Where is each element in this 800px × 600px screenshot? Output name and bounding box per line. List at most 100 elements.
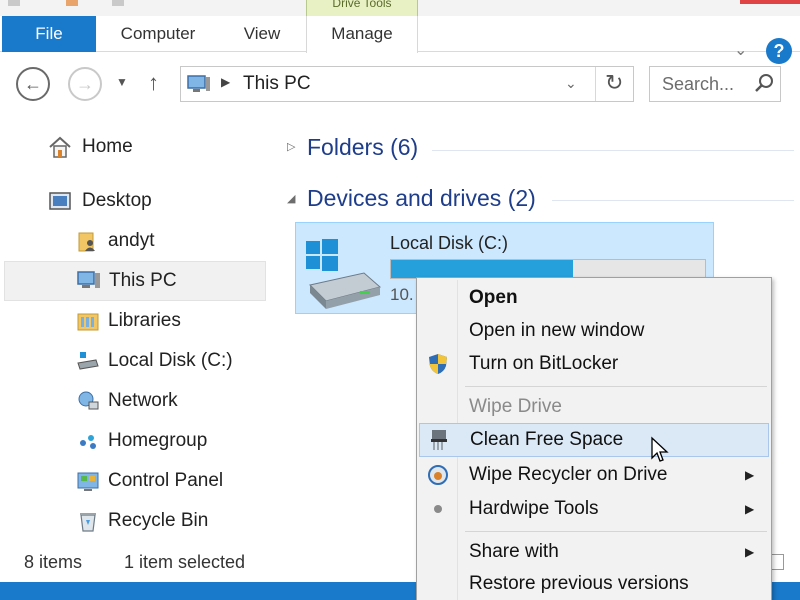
tab-manage[interactable]: Manage bbox=[306, 16, 418, 53]
context-menu: Open Open in new window Turn on BitLocke… bbox=[416, 277, 772, 600]
sidebar-item-label: Home bbox=[82, 136, 133, 157]
drive-name: Local Disk (C:) bbox=[390, 233, 509, 253]
status-selection: 1 item selected bbox=[124, 552, 246, 572]
sidebar-item-label: Recycle Bin bbox=[108, 510, 209, 531]
collapse-devices-chevron-icon[interactable]: ◢ bbox=[287, 192, 295, 205]
menu-item-label: Wipe Drive bbox=[469, 396, 562, 417]
menu-item-share-with[interactable]: Share with ▶ bbox=[419, 536, 769, 568]
recycle-bin-icon bbox=[80, 513, 96, 532]
menu-separator bbox=[465, 386, 767, 387]
user-folder-icon bbox=[78, 232, 95, 252]
bullet-icon bbox=[434, 505, 442, 513]
computer-icon bbox=[77, 271, 100, 288]
tab-view[interactable]: View bbox=[226, 16, 298, 52]
sidebar-item-libraries[interactable]: Libraries bbox=[72, 302, 262, 340]
libraries-icon bbox=[77, 313, 99, 331]
menu-item-hardwipe-tools[interactable]: Hardwipe Tools ▶ bbox=[419, 493, 769, 525]
refresh-icon[interactable]: ↻ bbox=[605, 70, 623, 96]
menu-item-label: Share with bbox=[469, 541, 559, 562]
search-placeholder[interactable]: Search... bbox=[662, 74, 734, 95]
sidebar-item-network[interactable]: Network bbox=[72, 382, 262, 420]
mouse-pointer-icon bbox=[651, 436, 669, 462]
sidebar-item-home[interactable]: Home bbox=[40, 128, 240, 166]
sidebar-item-label: Local Disk (C:) bbox=[108, 350, 233, 371]
shredder-icon bbox=[431, 430, 447, 450]
submenu-arrow-icon: ▶ bbox=[745, 468, 755, 482]
back-button[interactable]: ← bbox=[16, 67, 50, 101]
menu-item-wipe-recycler[interactable]: Wipe Recycler on Drive ▶ bbox=[419, 459, 769, 491]
sidebar-item-label: andyt bbox=[108, 230, 155, 251]
drive-usage-fill bbox=[391, 260, 574, 278]
title-bar: Drive Tools bbox=[0, 0, 800, 16]
quick-access-folder-icon[interactable] bbox=[66, 0, 78, 6]
status-item-count: 8 items bbox=[24, 552, 83, 572]
sidebar-item-this-pc[interactable]: This PC bbox=[4, 261, 266, 301]
windows-drive-icon bbox=[306, 239, 382, 309]
sidebar-item-label: This PC bbox=[109, 270, 177, 291]
close-window-button[interactable] bbox=[740, 0, 800, 4]
control-panel-icon bbox=[77, 472, 99, 491]
home-icon bbox=[49, 136, 71, 158]
sidebar-item-recycle-bin[interactable]: Recycle Bin bbox=[72, 502, 262, 540]
navigation-bar: ← → ▼ ↑ ▶ This PC ⌄ ↻ Search... bbox=[0, 53, 800, 115]
group-divider bbox=[552, 200, 794, 201]
network-icon bbox=[78, 391, 99, 410]
sidebar-item-label: Desktop bbox=[82, 190, 152, 211]
breadcrumb-separator-icon[interactable]: ▶ bbox=[221, 75, 230, 89]
forward-button[interactable]: → bbox=[68, 67, 102, 101]
tab-file[interactable]: File bbox=[2, 16, 96, 52]
menu-item-clean-free-space[interactable]: Clean Free Space bbox=[419, 423, 769, 457]
sidebar-item-label: Libraries bbox=[108, 310, 181, 331]
group-header-devices[interactable]: Devices and drives (2) bbox=[307, 185, 536, 212]
menu-item-label: Wipe Recycler on Drive bbox=[469, 464, 668, 485]
sidebar-item-homegroup[interactable]: Homegroup bbox=[72, 422, 262, 460]
menu-item-label: Restore previous versions bbox=[469, 573, 689, 594]
computer-icon bbox=[187, 75, 210, 92]
sidebar-item-label: Network bbox=[108, 390, 178, 411]
search-icon[interactable] bbox=[754, 73, 774, 93]
menu-item-label: Turn on BitLocker bbox=[469, 353, 619, 374]
sidebar-item-local-disk[interactable]: Local Disk (C:) bbox=[72, 342, 262, 380]
address-bar[interactable]: ▶ This PC ⌄ ↻ bbox=[180, 66, 634, 102]
details-view-icon[interactable] bbox=[770, 554, 784, 570]
menu-item-restore-previous-versions[interactable]: Restore previous versions bbox=[419, 568, 769, 600]
address-divider bbox=[595, 67, 596, 101]
sidebar-item-label: Homegroup bbox=[108, 430, 208, 451]
recycler-wipe-icon bbox=[428, 465, 448, 485]
menu-item-open[interactable]: Open bbox=[419, 282, 769, 314]
up-button[interactable]: ↑ bbox=[148, 70, 159, 96]
menu-item-wipe-drive[interactable]: Wipe Drive bbox=[419, 391, 769, 423]
tab-computer[interactable]: Computer bbox=[104, 16, 212, 52]
sidebar-item-desktop[interactable]: Desktop bbox=[40, 182, 240, 220]
menu-item-label: Open bbox=[469, 287, 518, 308]
menu-item-label: Open in new window bbox=[469, 320, 645, 341]
drive-free-space: 10. bbox=[390, 285, 414, 304]
desktop-icon bbox=[49, 192, 71, 210]
drive-icon bbox=[77, 352, 99, 370]
submenu-arrow-icon: ▶ bbox=[745, 502, 755, 516]
ribbon-tabs: File Computer View Manage ⌄ ? bbox=[0, 16, 800, 64]
shield-icon bbox=[429, 354, 447, 374]
sidebar-item-label: Control Panel bbox=[108, 470, 224, 491]
menu-item-label: Clean Free Space bbox=[470, 429, 624, 450]
group-header-folders[interactable]: Folders (6) bbox=[307, 134, 418, 161]
pane-splitter[interactable] bbox=[272, 116, 273, 546]
quick-access-icon[interactable] bbox=[8, 0, 20, 6]
group-divider bbox=[432, 150, 794, 151]
menu-item-turn-on-bitlocker[interactable]: Turn on BitLocker bbox=[419, 348, 769, 380]
breadcrumb-this-pc[interactable]: This PC bbox=[243, 73, 311, 95]
contextual-tab-group-title: Drive Tools bbox=[332, 0, 392, 10]
navigation-pane: Home Desktop andyt This PC Libraries Loc… bbox=[0, 116, 268, 546]
address-dropdown-icon[interactable]: ⌄ bbox=[565, 75, 577, 92]
sidebar-item-andyt[interactable]: andyt bbox=[72, 222, 262, 260]
search-box[interactable]: Search... bbox=[649, 66, 781, 102]
expand-folders-chevron-icon[interactable]: ▷ bbox=[287, 140, 295, 153]
submenu-arrow-icon: ▶ bbox=[745, 545, 755, 559]
menu-item-label: Hardwipe Tools bbox=[469, 498, 599, 519]
menu-separator bbox=[465, 531, 767, 532]
drive-usage-bar bbox=[390, 259, 706, 279]
recent-locations-dropdown-icon[interactable]: ▼ bbox=[116, 75, 128, 89]
quick-access-undo-icon[interactable] bbox=[112, 0, 124, 6]
menu-item-open-new-window[interactable]: Open in new window bbox=[419, 315, 769, 347]
sidebar-item-control-panel[interactable]: Control Panel bbox=[72, 462, 262, 500]
